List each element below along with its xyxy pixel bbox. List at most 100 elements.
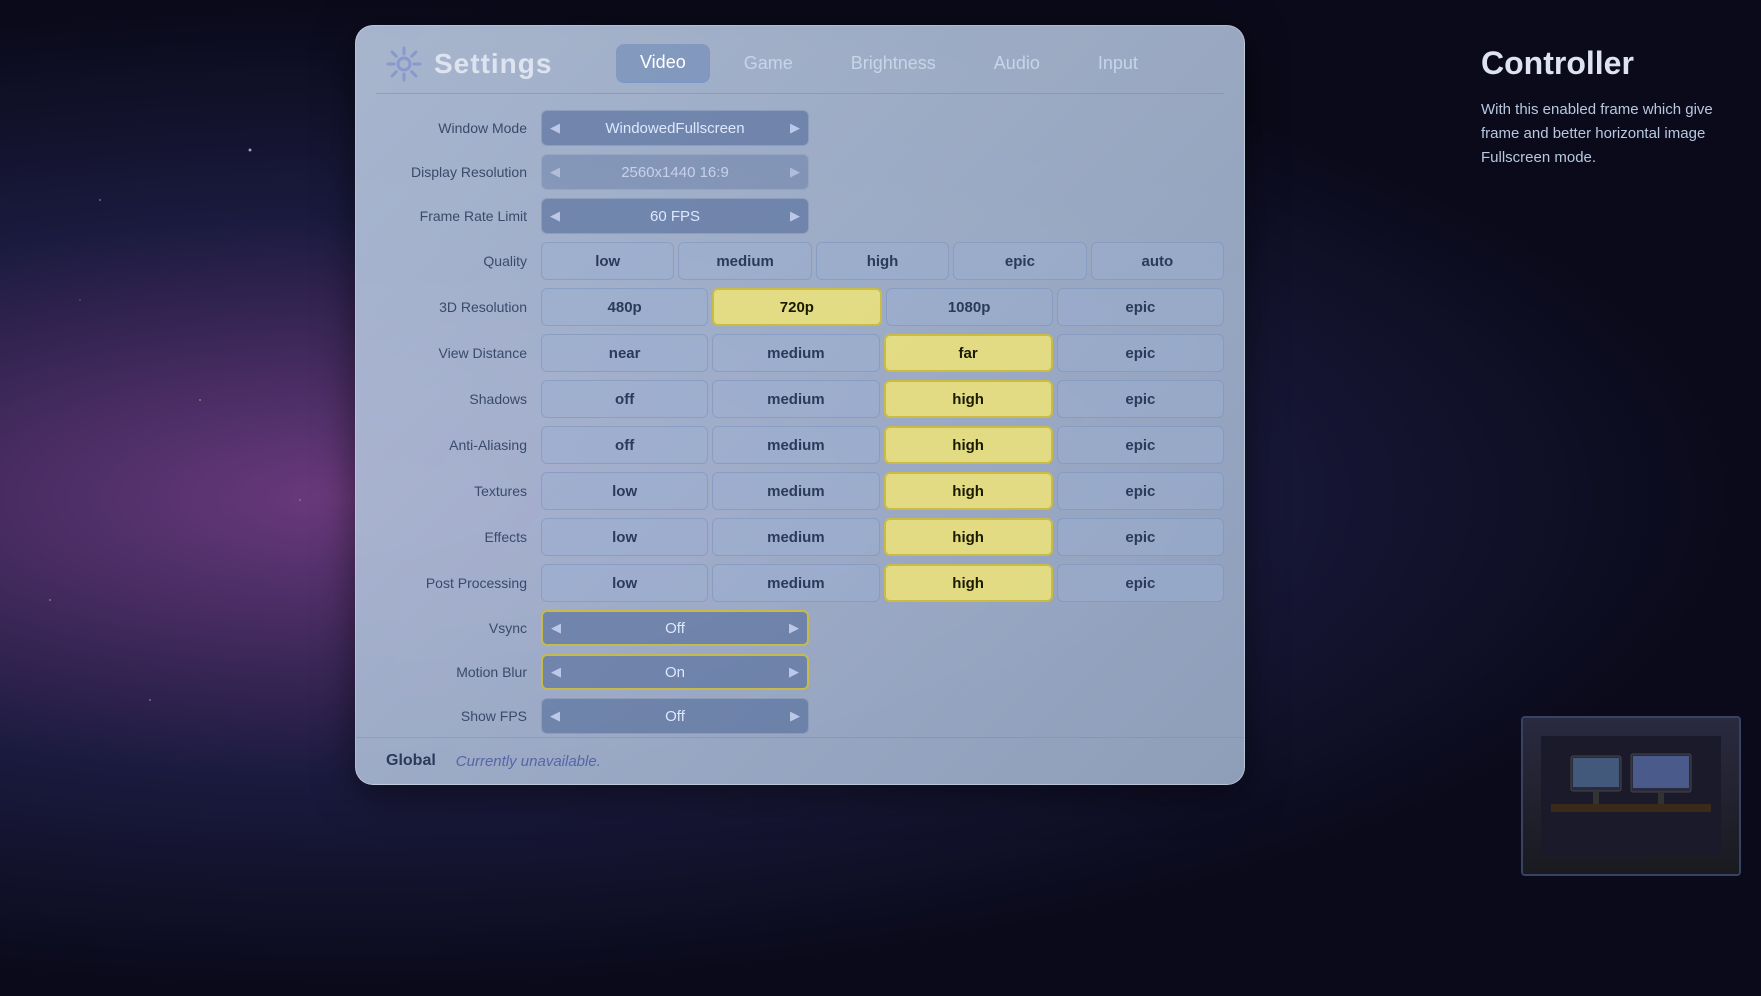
resolution-3d-control: 480p 720p 1080p epic: [541, 288, 1224, 326]
vsync-right-arrow[interactable]: ▶: [781, 620, 807, 636]
resolution-3d-btn-epic[interactable]: epic: [1057, 288, 1224, 326]
gear-icon: [386, 46, 422, 82]
quality-btn-medium[interactable]: medium: [678, 242, 811, 280]
effects-btn-epic[interactable]: epic: [1057, 518, 1224, 556]
view-distance-btn-medium[interactable]: medium: [712, 334, 879, 372]
quality-control: low medium high epic auto: [541, 242, 1224, 280]
textures-label: Textures: [376, 472, 541, 510]
show-fps-left-arrow[interactable]: ◀: [542, 708, 568, 724]
shadows-label: Shadows: [376, 380, 541, 418]
motion-blur-left-arrow[interactable]: ◀: [543, 664, 569, 680]
shadows-btn-epic[interactable]: epic: [1057, 380, 1224, 418]
shadows-btn-off[interactable]: off: [541, 380, 708, 418]
nav-tabs: Video Game Brightness Audio Input: [616, 44, 1162, 83]
window-mode-label: Window Mode: [376, 110, 541, 146]
post-processing-btn-high[interactable]: high: [884, 564, 1053, 602]
controller-panel: Controller With this enabled frame which…: [1461, 25, 1761, 190]
quality-btn-high[interactable]: high: [816, 242, 949, 280]
shadows-btn-medium[interactable]: medium: [712, 380, 879, 418]
resolution-3d-btn-720p[interactable]: 720p: [712, 288, 881, 326]
view-distance-control: near medium far epic: [541, 334, 1224, 372]
shadows-control: off medium high epic: [541, 380, 1224, 418]
post-processing-btn-medium[interactable]: medium: [712, 564, 879, 602]
show-fps-right-arrow[interactable]: ▶: [782, 708, 808, 724]
post-processing-control: low medium high epic: [541, 564, 1224, 602]
window-mode-value: WindowedFullscreen: [568, 120, 782, 137]
tab-video[interactable]: Video: [616, 44, 710, 83]
quality-btn-low[interactable]: low: [541, 242, 674, 280]
motion-blur-value: On: [569, 664, 781, 681]
panel-header: Settings Video Game Brightness Audio Inp…: [356, 26, 1244, 93]
window-mode-left-arrow[interactable]: ◀: [542, 120, 568, 136]
textures-btn-low[interactable]: low: [541, 472, 708, 510]
effects-btn-high[interactable]: high: [884, 518, 1053, 556]
shadows-btn-group: off medium high epic: [541, 380, 1224, 418]
anti-aliasing-btn-epic[interactable]: epic: [1057, 426, 1224, 464]
textures-btn-medium[interactable]: medium: [712, 472, 879, 510]
motion-blur-label: Motion Blur: [376, 654, 541, 690]
effects-btn-low[interactable]: low: [541, 518, 708, 556]
tab-input[interactable]: Input: [1074, 45, 1162, 82]
motion-blur-right-arrow[interactable]: ▶: [781, 664, 807, 680]
post-processing-btn-group: low medium high epic: [541, 564, 1224, 602]
anti-aliasing-btn-group: off medium high epic: [541, 426, 1224, 464]
resolution-3d-btn-480p[interactable]: 480p: [541, 288, 708, 326]
webcam-svg: [1541, 736, 1721, 856]
settings-panel: Settings Video Game Brightness Audio Inp…: [355, 25, 1245, 785]
quality-label: Quality: [376, 242, 541, 280]
effects-btn-group: low medium high epic: [541, 518, 1224, 556]
tab-game[interactable]: Game: [720, 45, 817, 82]
view-distance-btn-far[interactable]: far: [884, 334, 1053, 372]
vsync-value: Off: [569, 620, 781, 637]
anti-aliasing-btn-medium[interactable]: medium: [712, 426, 879, 464]
effects-btn-medium[interactable]: medium: [712, 518, 879, 556]
webcam-thumbnail: [1521, 716, 1741, 876]
frame-rate-left-arrow[interactable]: ◀: [542, 208, 568, 224]
post-processing-btn-epic[interactable]: epic: [1057, 564, 1224, 602]
window-mode-right-arrow[interactable]: ▶: [782, 120, 808, 136]
controller-description: With this enabled frame which give frame…: [1481, 98, 1741, 170]
frame-rate-selector[interactable]: ◀ 60 FPS ▶: [541, 198, 809, 234]
tab-audio[interactable]: Audio: [970, 45, 1064, 82]
frame-rate-value: 60 FPS: [568, 208, 782, 225]
resolution-3d-btn-1080p[interactable]: 1080p: [886, 288, 1053, 326]
webcam-content: [1523, 718, 1739, 874]
view-distance-label: View Distance: [376, 334, 541, 372]
textures-btn-group: low medium high epic: [541, 472, 1224, 510]
display-resolution-control: ◀ 2560x1440 16:9 ▶: [541, 154, 1224, 190]
settings-title-text: Settings: [434, 48, 552, 80]
display-resolution-right-arrow[interactable]: ▶: [782, 164, 808, 180]
display-resolution-selector[interactable]: ◀ 2560x1440 16:9 ▶: [541, 154, 809, 190]
view-distance-btn-near[interactable]: near: [541, 334, 708, 372]
textures-btn-high[interactable]: high: [884, 472, 1053, 510]
view-distance-btn-epic[interactable]: epic: [1057, 334, 1224, 372]
resolution-3d-label: 3D Resolution: [376, 288, 541, 326]
resolution-3d-btn-group: 480p 720p 1080p epic: [541, 288, 1224, 326]
quality-btn-epic[interactable]: epic: [953, 242, 1086, 280]
show-fps-selector[interactable]: ◀ Off ▶: [541, 698, 809, 734]
post-processing-label: Post Processing: [376, 564, 541, 602]
quality-btn-group: low medium high epic auto: [541, 242, 1224, 280]
display-resolution-value: 2560x1440 16:9: [568, 164, 782, 181]
frame-rate-right-arrow[interactable]: ▶: [782, 208, 808, 224]
anti-aliasing-btn-off[interactable]: off: [541, 426, 708, 464]
effects-control: low medium high epic: [541, 518, 1224, 556]
motion-blur-selector[interactable]: ◀ On ▶: [541, 654, 809, 690]
tab-brightness[interactable]: Brightness: [827, 45, 960, 82]
display-resolution-left-arrow[interactable]: ◀: [542, 164, 568, 180]
anti-aliasing-btn-high[interactable]: high: [884, 426, 1053, 464]
vsync-selector[interactable]: ◀ Off ▶: [541, 610, 809, 646]
anti-aliasing-control: off medium high epic: [541, 426, 1224, 464]
shadows-btn-high[interactable]: high: [884, 380, 1053, 418]
window-mode-selector[interactable]: ◀ WindowedFullscreen ▶: [541, 110, 809, 146]
settings-grid: Window Mode ◀ WindowedFullscreen ▶ Displ…: [356, 94, 1244, 744]
vsync-control: ◀ Off ▶: [541, 610, 1224, 646]
frame-rate-control: ◀ 60 FPS ▶: [541, 198, 1224, 234]
window-mode-control: ◀ WindowedFullscreen ▶: [541, 110, 1224, 146]
vsync-left-arrow[interactable]: ◀: [543, 620, 569, 636]
quality-btn-auto[interactable]: auto: [1091, 242, 1224, 280]
post-processing-btn-low[interactable]: low: [541, 564, 708, 602]
vsync-label: Vsync: [376, 610, 541, 646]
textures-btn-epic[interactable]: epic: [1057, 472, 1224, 510]
settings-title-group: Settings: [386, 46, 556, 82]
